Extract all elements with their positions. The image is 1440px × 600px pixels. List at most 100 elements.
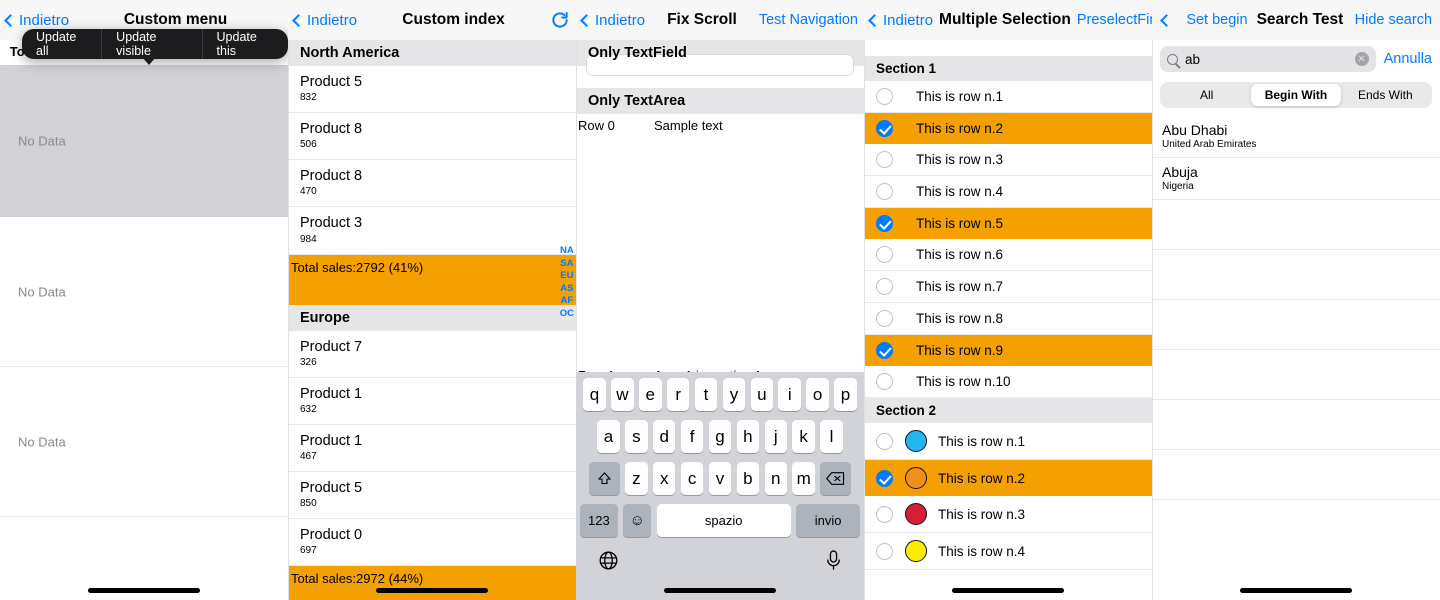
key-g[interactable]: g <box>708 420 732 453</box>
key-f[interactable]: f <box>680 420 704 453</box>
index-item-oc[interactable]: OC <box>560 308 574 321</box>
key-y[interactable]: y <box>722 378 746 411</box>
key-w[interactable]: w <box>611 378 634 411</box>
key-t[interactable]: t <box>694 378 718 411</box>
test-navigation-button[interactable]: Test Navigation <box>759 12 858 28</box>
table-row[interactable]: Product 5 832 <box>288 66 576 114</box>
key-r[interactable]: r <box>666 378 690 411</box>
table-row[interactable]: Row 0 Sample text <box>576 114 864 137</box>
key-x[interactable]: x <box>652 462 676 495</box>
key-c[interactable]: c <box>680 462 704 495</box>
emoji-icon[interactable]: ☺ <box>623 504 652 537</box>
key-b[interactable]: b <box>736 462 760 495</box>
checkbox[interactable] <box>876 432 893 450</box>
list-item[interactable] <box>1152 350 1440 400</box>
key-e[interactable]: e <box>639 378 662 411</box>
key-p[interactable]: p <box>834 378 857 411</box>
checkbox[interactable] <box>876 183 893 200</box>
list-item[interactable]: This is row n.4 <box>864 176 1152 208</box>
checkbox[interactable] <box>876 278 893 295</box>
backspace-icon[interactable] <box>820 462 852 495</box>
checkbox[interactable] <box>876 542 893 560</box>
hide-search-button[interactable]: Hide search <box>1355 12 1432 28</box>
key-z[interactable]: z <box>625 462 648 495</box>
list-item[interactable]: No Data <box>0 367 288 517</box>
search-input[interactable]: ab <box>1160 46 1376 72</box>
microphone-icon[interactable] <box>825 550 842 571</box>
menu-item-update-visible[interactable]: Update visible <box>101 29 201 59</box>
space-key[interactable]: spazio <box>656 504 791 537</box>
checkbox[interactable] <box>876 246 893 263</box>
list-item[interactable]: This is row n.6 <box>864 239 1152 271</box>
shift-icon[interactable] <box>588 462 620 495</box>
table-row[interactable]: Product 5 850 <box>288 471 576 519</box>
back-button[interactable]: Indietro <box>580 12 645 29</box>
done-button[interactable]: Fine <box>1137 12 1152 28</box>
key-m[interactable]: m <box>792 462 815 495</box>
index-item-af[interactable]: AF <box>561 295 574 308</box>
clear-icon[interactable] <box>1354 52 1369 66</box>
list-item[interactable]: This is row n.9 <box>864 335 1152 366</box>
key-k[interactable]: k <box>792 420 815 453</box>
tab-begin-with[interactable]: Begin With <box>1251 84 1341 106</box>
index-item-na[interactable]: NA <box>560 245 574 258</box>
list-item[interactable]: This is row n.1 <box>864 81 1152 113</box>
table-row[interactable]: Product 8 470 <box>288 160 576 208</box>
section-index-bar[interactable]: NA SA EU AS AF OC <box>560 245 574 320</box>
list-item[interactable] <box>1152 200 1440 250</box>
list-item[interactable]: No Data <box>0 217 288 367</box>
tab-ends-with[interactable]: Ends With <box>1341 84 1430 106</box>
table-row[interactable]: Product 1 467 <box>288 424 576 472</box>
list-item[interactable]: No Data <box>0 65 288 217</box>
key-o[interactable]: o <box>806 378 829 411</box>
index-item-sa[interactable]: SA <box>560 258 573 271</box>
preselect-button[interactable]: Preselect <box>1077 12 1137 28</box>
list-item[interactable]: Abuja Nigeria <box>1152 158 1440 200</box>
list-item[interactable]: This is row n.2 <box>864 113 1152 144</box>
checkbox[interactable] <box>876 373 893 390</box>
checkbox[interactable] <box>876 469 893 487</box>
key-a[interactable]: a <box>597 420 620 453</box>
table-row[interactable]: Product 8 506 <box>288 113 576 161</box>
menu-item-update-this[interactable]: Update this <box>201 29 288 59</box>
list-item[interactable] <box>1152 450 1440 500</box>
list-item[interactable]: This is row n.4 <box>864 533 1152 570</box>
checkbox[interactable] <box>876 88 893 105</box>
key-l[interactable]: l <box>820 420 843 453</box>
list-item[interactable]: This is row n.3 <box>864 144 1152 176</box>
key-u[interactable]: u <box>750 378 774 411</box>
index-item-eu[interactable]: EU <box>560 270 573 283</box>
refresh-icon[interactable] <box>550 10 570 30</box>
index-item-as[interactable]: AS <box>560 283 573 296</box>
list-item[interactable]: This is row n.1 <box>864 423 1152 460</box>
list-item[interactable] <box>1152 400 1440 450</box>
key-d[interactable]: d <box>652 420 676 453</box>
list-item[interactable]: This is row n.5 <box>864 208 1152 239</box>
set-begin-button[interactable]: Set begin <box>1186 12 1247 28</box>
checkbox[interactable] <box>876 215 893 232</box>
checkbox[interactable] <box>876 120 893 137</box>
key-j[interactable]: j <box>764 420 788 453</box>
cancel-button[interactable]: Annulla <box>1384 51 1432 67</box>
table-row[interactable]: Product 1 632 <box>288 377 576 425</box>
list-item[interactable]: This is row n.2 <box>864 460 1152 496</box>
table-row[interactable]: Product 3 984 <box>288 207 576 255</box>
back-button[interactable]: Indietro <box>868 12 933 29</box>
checkbox[interactable] <box>876 342 893 359</box>
list-item[interactable]: This is row n.3 <box>864 496 1152 533</box>
list-item[interactable]: This is row n.8 <box>864 303 1152 335</box>
list-item[interactable]: This is row n.7 <box>864 271 1152 303</box>
tab-all[interactable]: All <box>1162 84 1251 106</box>
back-chevron-icon[interactable] <box>1160 13 1173 27</box>
list-item[interactable] <box>1152 300 1440 350</box>
key-n[interactable]: n <box>764 462 788 495</box>
list-item[interactable]: Abu Dhabi United Arab Emirates <box>1152 116 1440 158</box>
list-item[interactable]: This is row n.10 <box>864 366 1152 398</box>
checkbox[interactable] <box>876 505 893 523</box>
list-item[interactable] <box>1152 250 1440 300</box>
key-q[interactable]: q <box>583 378 606 411</box>
table-row[interactable]: Product 0 697 <box>288 519 576 567</box>
key-h[interactable]: h <box>736 420 760 453</box>
globe-icon[interactable] <box>598 550 619 571</box>
checkbox[interactable] <box>876 151 893 168</box>
